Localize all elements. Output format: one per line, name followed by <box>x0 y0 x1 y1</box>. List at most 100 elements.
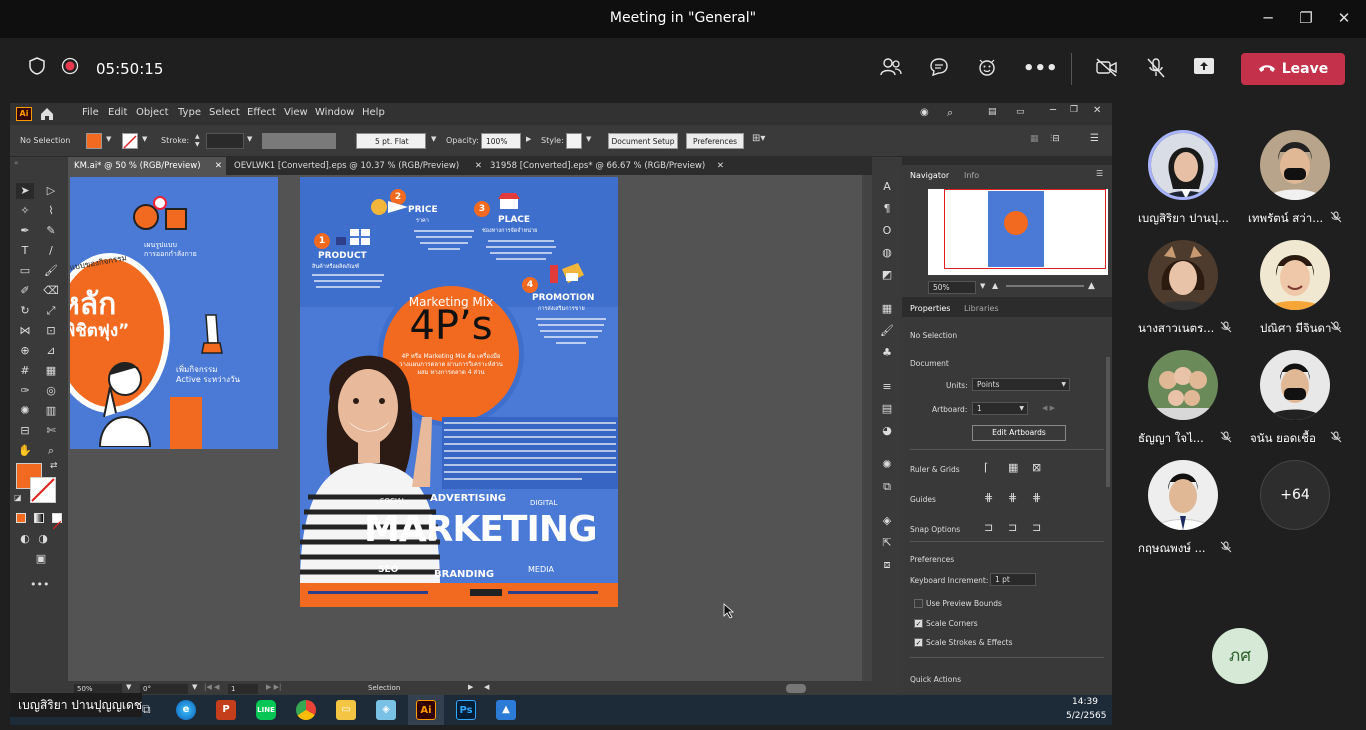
task-view-icon[interactable]: ⧉ <box>142 702 151 717</box>
tab-libraries[interactable]: Libraries <box>964 304 999 313</box>
participant-avatar[interactable] <box>1148 350 1218 420</box>
menu-edit[interactable]: Edit <box>108 107 127 118</box>
self-avatar[interactable]: ภศ <box>1212 628 1268 684</box>
shield-icon[interactable] <box>25 57 49 81</box>
magic-wand-tool-icon[interactable]: ✧ <box>16 203 34 219</box>
line-tool-icon[interactable]: / <box>42 243 60 259</box>
rulers-icon[interactable]: ⌈ <box>984 461 988 474</box>
zoom-out-icon[interactable]: ▲ <box>992 281 998 290</box>
chevron-down-icon[interactable]: ▼ <box>192 683 197 691</box>
change-screen-mode-icon[interactable]: ▣ <box>32 551 50 567</box>
tab-properties[interactable]: Properties <box>910 304 950 313</box>
gradient-tool-icon[interactable]: ▦ <box>42 363 60 379</box>
menu-select[interactable]: Select <box>209 107 240 118</box>
search-icon[interactable]: ⌕ <box>947 106 953 120</box>
chevron-down-icon[interactable]: ▼ <box>142 135 147 143</box>
more-options-icon[interactable]: ••• <box>1023 57 1058 81</box>
transform-icon[interactable]: ⫶⊟ <box>1050 134 1060 144</box>
screen-mode-icon[interactable]: ▭ <box>1016 107 1025 117</box>
paragraph-panel-icon[interactable]: ¶ <box>878 201 896 217</box>
panel-menu-icon[interactable]: ☰ <box>1096 169 1103 178</box>
powerpoint-icon[interactable]: P <box>216 700 236 720</box>
share-screen-icon[interactable] <box>1192 57 1216 81</box>
arrange-icon[interactable]: ⊞▾ <box>752 133 765 144</box>
grid-icon[interactable]: ▦ <box>1008 461 1018 474</box>
brush-definition[interactable]: 5 pt. Flat <box>356 133 426 149</box>
navigator-thumbnail[interactable] <box>928 189 1108 275</box>
chevron-right-icon[interactable]: ▶ <box>526 135 531 143</box>
align-icon[interactable]: ▦ <box>1030 134 1039 144</box>
participant-avatar[interactable] <box>1260 350 1330 420</box>
artboard-select[interactable]: 1 ▼ <box>972 402 1028 415</box>
line-app-icon[interactable]: LINE <box>256 700 276 720</box>
color-guide-panel-icon[interactable]: ◍ <box>878 245 896 261</box>
panel-menu-icon[interactable]: ☰ <box>1090 133 1099 144</box>
photos-app-icon[interactable]: ▲ <box>496 700 516 720</box>
lasso-tool-icon[interactable]: ⌇ <box>42 203 60 219</box>
none-mode-icon[interactable] <box>52 513 62 530</box>
app-restore-icon[interactable]: ❐ <box>1070 105 1078 115</box>
chevron-down-icon[interactable]: ▼ <box>126 683 131 691</box>
edit-toolbar-icon[interactable]: ••• <box>30 577 49 593</box>
transparency-grid-icon[interactable]: ⊠ <box>1032 461 1041 474</box>
edit-artboards-button[interactable]: Edit Artboards <box>972 425 1066 441</box>
stroke-swatch[interactable] <box>122 133 138 149</box>
artboard-tool-icon[interactable]: ⊟ <box>16 423 34 439</box>
use-preview-bounds-checkbox[interactable] <box>914 599 923 608</box>
menu-window[interactable]: Window <box>315 107 354 118</box>
swap-colors-icon[interactable]: ⇄ <box>50 461 58 471</box>
learn-icon[interactable]: ◉ <box>920 107 929 118</box>
draw-mode-icon[interactable]: ◐ <box>16 531 34 547</box>
more-participants-button[interactable]: +64 <box>1260 460 1330 530</box>
shaper-tool-icon[interactable]: ✐ <box>16 283 34 299</box>
character-panel-icon[interactable]: A <box>878 179 896 195</box>
rotate-view-field[interactable]: 0° <box>140 684 188 694</box>
shape-builder-tool-icon[interactable]: ⊕ <box>16 343 34 359</box>
lock-guides-icon[interactable]: ⋕ <box>1008 491 1017 504</box>
participant-avatar[interactable] <box>1260 130 1330 200</box>
draw-behind-icon[interactable]: ◑ <box>34 531 52 547</box>
tab-navigator[interactable]: Navigator <box>910 171 949 180</box>
minimize-icon[interactable]: ─ <box>1258 8 1278 28</box>
artboard-nav-icon[interactable]: ◀ ▶ <box>1042 404 1055 412</box>
asset-export-panel-icon[interactable]: ⇱ <box>878 535 896 551</box>
transparency-panel-icon[interactable]: ◕ <box>878 423 896 439</box>
app-minimize-icon[interactable]: ─ <box>1050 105 1056 116</box>
edge-icon[interactable]: e <box>176 700 196 720</box>
variable-width-profile[interactable] <box>262 133 336 149</box>
participant-avatar[interactable] <box>1148 240 1218 310</box>
close-tab-icon[interactable]: ✕ <box>215 157 222 175</box>
rectangle-tool-icon[interactable]: ▭ <box>16 263 34 279</box>
first-artboard-icon[interactable]: |◀ ◀ <box>204 683 219 691</box>
menu-effect[interactable]: Effect <box>247 107 276 118</box>
scale-tool-icon[interactable]: ⤢ <box>42 303 60 319</box>
paintbrush-tool-icon[interactable]: 🖌 <box>42 263 60 279</box>
scale-corners-checkbox[interactable]: ✓ <box>914 619 923 628</box>
mesh-tool-icon[interactable]: # <box>16 363 34 379</box>
app-close-icon[interactable]: ✕ <box>1093 105 1101 116</box>
type-tool-icon[interactable]: T <box>16 243 34 259</box>
document-setup-button[interactable]: Document Setup <box>608 133 678 149</box>
photoshop-taskbar-icon[interactable]: Ps <box>456 700 476 720</box>
close-tab-icon[interactable]: ✕ <box>475 157 482 175</box>
chevron-down-icon[interactable]: ▼ <box>586 135 591 143</box>
tab-km[interactable]: KM.ai* @ 50 % (RGB/Preview) ✕ <box>68 157 226 175</box>
hand-tool-icon[interactable]: ✋ <box>16 443 34 459</box>
curvature-tool-icon[interactable]: ✎ <box>42 223 60 239</box>
panel-scrollbar[interactable] <box>1106 357 1110 487</box>
default-colors-icon[interactable]: ◪ <box>14 493 22 502</box>
people-icon[interactable] <box>879 57 903 81</box>
color-mode-icon[interactable] <box>16 513 26 523</box>
navigator-zoom-field[interactable]: 50% <box>928 281 976 294</box>
opentype-panel-icon[interactable]: O <box>878 223 896 239</box>
stroke-color-swatch[interactable] <box>30 477 56 503</box>
fill-swatch[interactable] <box>86 133 102 149</box>
keyboard-increment-input[interactable]: 1 pt <box>990 573 1036 586</box>
selection-tool-icon[interactable]: ➤ <box>16 183 34 199</box>
chevron-down-icon[interactable]: ▼ <box>106 135 111 143</box>
tab-info[interactable]: Info <box>964 171 979 180</box>
graphic-style-swatch[interactable] <box>566 133 582 149</box>
snap-to-point-icon[interactable]: ⊐ <box>984 521 993 534</box>
zoom-in-icon[interactable]: ▲ <box>1088 281 1095 291</box>
stroke-weight-input[interactable] <box>206 133 244 149</box>
